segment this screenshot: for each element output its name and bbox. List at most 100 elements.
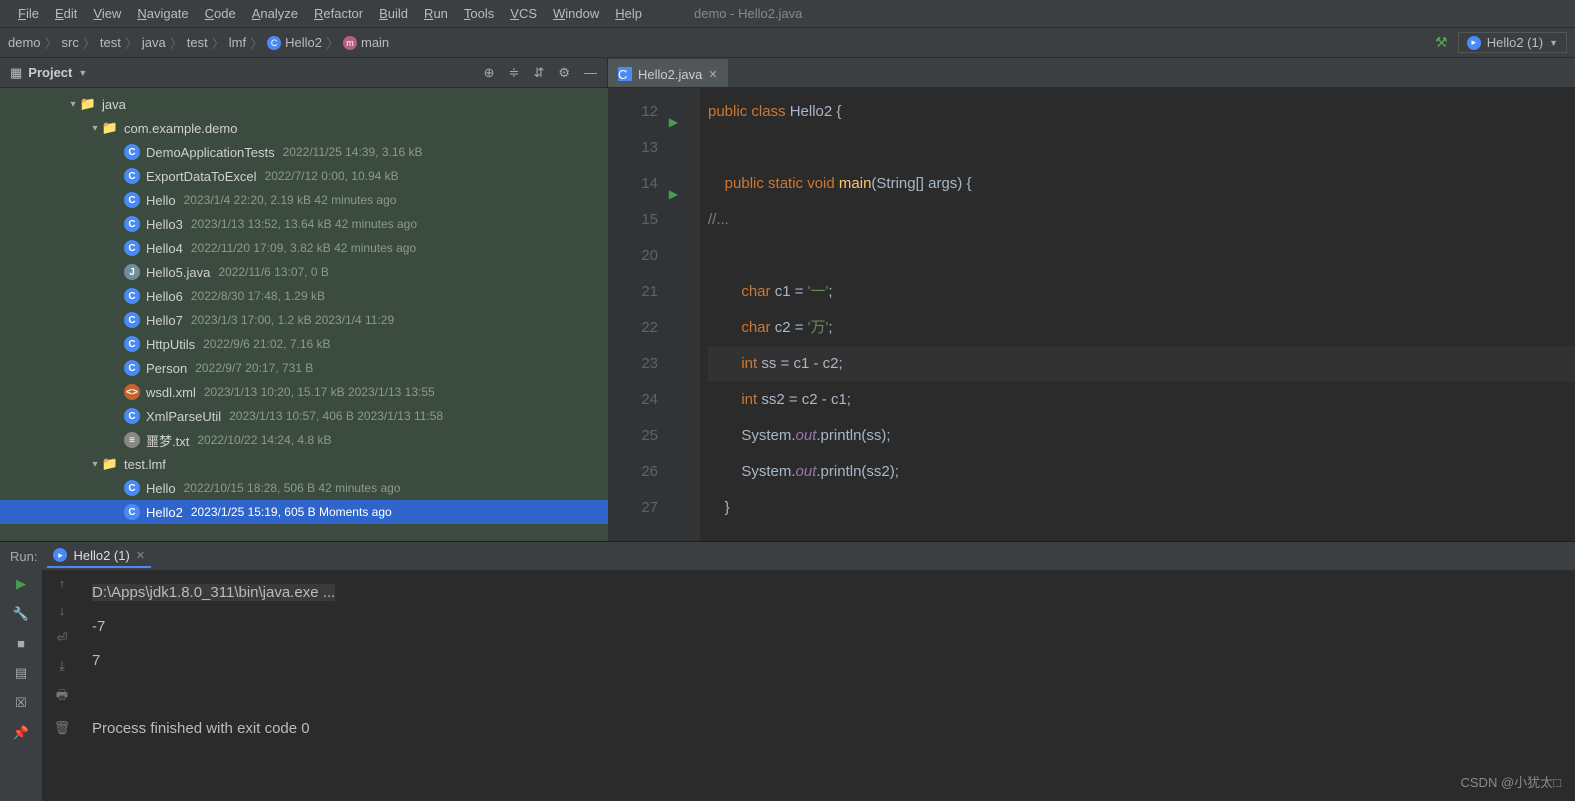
editor-tab-hello2[interactable]: C Hello2.java ✕ — [608, 59, 728, 87]
code-body[interactable]: public class Hello2 { public static void… — [700, 88, 1575, 541]
gutter-run-icon[interactable]: ▶ — [669, 104, 678, 140]
tree-node-xmlparseutil[interactable]: CXmlParseUtil2023/1/13 10:57, 406 B 2023… — [0, 404, 608, 428]
tree-node-exportdatatoexcel[interactable]: CExportDataToExcel2022/7/12 0:00, 10.94 … — [0, 164, 608, 188]
chevron-icon[interactable]: ▾ — [66, 99, 80, 110]
code-line[interactable]: public static void main(String[] args) { — [708, 166, 1575, 202]
tree-node-test-lmf[interactable]: ▾test.lmf — [0, 452, 608, 476]
editor-tabs: C Hello2.java ✕ — [608, 58, 1575, 88]
layout-icon[interactable]: ▤ — [15, 665, 27, 681]
pin-icon[interactable]: 📌 — [13, 725, 29, 741]
menu-file[interactable]: File — [10, 3, 47, 24]
run-config-selector[interactable]: ▸ Hello2 (1) ▼ — [1458, 32, 1567, 53]
menu-window[interactable]: Window — [545, 3, 607, 24]
menu-refactor[interactable]: Refactor — [306, 3, 371, 24]
run-tab[interactable]: ▸ Hello2 (1) ✕ — [47, 545, 151, 568]
run-icon: ▸ — [1467, 36, 1481, 50]
print-icon[interactable]: 🖶 — [56, 686, 68, 708]
menu-tools[interactable]: Tools — [456, 3, 502, 24]
tree-node-httputils[interactable]: CHttpUtils2022/9/6 21:02, 7.16 kB — [0, 332, 608, 356]
wrench-icon[interactable]: 🔧 — [13, 606, 29, 622]
breadcrumb-segment[interactable]: src — [62, 35, 79, 50]
chevron-icon[interactable]: ▾ — [88, 459, 102, 470]
tree-node-wsdl-xml[interactable]: <>wsdl.xml2023/1/13 10:20, 15.17 kB 2023… — [0, 380, 608, 404]
up-icon[interactable]: ↑ — [59, 576, 66, 591]
java-icon: C — [124, 336, 140, 352]
menu-help[interactable]: Help — [607, 3, 650, 24]
tree-node-com-example-demo[interactable]: ▾ com.example.demo — [0, 116, 608, 140]
tree-node-hello[interactable]: CHello2023/1/4 22:20, 2.19 kB 42 minutes… — [0, 188, 608, 212]
gutter-run-icon[interactable]: ▶ — [669, 176, 678, 212]
breadcrumb-segment[interactable]: test — [187, 35, 208, 50]
breadcrumb-segment[interactable]: test — [100, 35, 121, 50]
build-icon[interactable]: ⚒ — [1435, 34, 1448, 51]
select-opened-icon[interactable]: ⊕ — [484, 65, 495, 81]
collapse-all-icon[interactable]: ⇵ — [533, 65, 544, 81]
menu-view[interactable]: View — [85, 3, 129, 24]
breadcrumb-segment[interactable]: lmf — [229, 35, 246, 50]
menu-navigate[interactable]: Navigate — [129, 3, 196, 24]
breadcrumb-segment[interactable]: main — [361, 35, 389, 50]
tree-node-hello6[interactable]: CHello62022/8/30 17:48, 1.29 kB — [0, 284, 608, 308]
code-line[interactable]: char c2 = '万'; — [708, 310, 1575, 346]
tree-node-meta: 2023/1/13 10:57, 406 B 2023/1/13 11:58 — [229, 409, 443, 423]
breadcrumb-segment[interactable]: demo — [8, 35, 41, 50]
console-output[interactable]: D:\Apps\jdk1.8.0_311\bin\java.exe ...-77… — [82, 570, 1575, 801]
close-icon[interactable]: ✕ — [136, 549, 145, 562]
rerun-icon[interactable]: ▶ — [16, 576, 26, 592]
menu-edit[interactable]: Edit — [47, 3, 85, 24]
breadcrumb-segment[interactable]: Hello2 — [285, 35, 322, 50]
tree-node-hello[interactable]: CHello2022/10/15 18:28, 506 B 42 minutes… — [0, 476, 608, 500]
code-line[interactable]: //... — [708, 202, 1575, 238]
menu-run[interactable]: Run — [416, 3, 456, 24]
tree-node-meta: 2023/1/3 17:00, 1.2 kB 2023/1/4 11:29 — [191, 313, 394, 327]
code-line[interactable] — [708, 238, 1575, 274]
code-line[interactable]: System.out.println(ss2); — [708, 454, 1575, 490]
trash-icon[interactable]: 🗑 — [54, 720, 71, 736]
code-line[interactable]: int ss2 = c2 - c1; — [708, 382, 1575, 418]
stop-icon[interactable]: ■ — [17, 636, 25, 651]
tree-node-hello2[interactable]: CHello22023/1/25 15:19, 605 B Moments ag… — [0, 500, 608, 524]
menu-code[interactable]: Code — [197, 3, 244, 24]
tree-node--txt[interactable]: ≡噩梦.txt2022/10/22 14:24, 4.8 kB — [0, 428, 608, 452]
exit-icon[interactable]: ☒ — [15, 695, 27, 711]
code-line[interactable]: System.out.println(ss); — [708, 418, 1575, 454]
console-line: Process finished with exit code 0 — [92, 712, 1565, 746]
java-icon: C — [124, 192, 140, 208]
fold-strip[interactable] — [686, 88, 700, 541]
tree-node-java[interactable]: ▾java — [0, 92, 608, 116]
tree-node-hello7[interactable]: CHello72023/1/3 17:00, 1.2 kB 2023/1/4 1… — [0, 308, 608, 332]
menu-vcs[interactable]: VCS — [502, 3, 545, 24]
expand-all-icon[interactable]: ≑ — [509, 65, 520, 81]
down-icon[interactable]: ↓ — [59, 603, 66, 618]
menu-analyze[interactable]: Analyze — [244, 3, 306, 24]
code-line[interactable] — [708, 130, 1575, 166]
tree-node-label: com.example.demo — [124, 121, 237, 136]
code-line[interactable]: int ss = c1 - c2; — [708, 346, 1575, 382]
tree-node-meta: 2022/10/22 14:24, 4.8 kB — [197, 433, 331, 447]
breadcrumb[interactable]: demo〉src〉test〉java〉test〉lmf〉CHello2〉mmai… — [8, 33, 389, 52]
project-icon: ▦ — [10, 65, 22, 81]
chevron-icon[interactable]: ▾ — [88, 123, 102, 134]
code-editor[interactable]: 12▶1314▶152021222324252627 public class … — [608, 88, 1575, 541]
tree-node-demoapplicationtests[interactable]: CDemoApplicationTests2022/11/25 14:39, 3… — [0, 140, 608, 164]
hide-icon[interactable]: — — [584, 65, 597, 81]
chevron-down-icon[interactable]: ▼ — [78, 68, 87, 78]
gutter[interactable]: 12▶1314▶152021222324252627 — [608, 88, 686, 541]
scroll-icon[interactable]: ⤓ — [59, 658, 65, 674]
wrap-icon[interactable]: ⏎ — [57, 630, 68, 646]
code-line[interactable]: char c1 = '一'; — [708, 274, 1575, 310]
code-line[interactable]: public class Hello2 { — [708, 94, 1575, 130]
tree-node-hello5-java[interactable]: JHello5.java2022/11/6 13:07, 0 B — [0, 260, 608, 284]
breadcrumb-segment[interactable]: java — [142, 35, 166, 50]
gear-icon[interactable]: ⚙ — [558, 65, 570, 81]
close-icon[interactable]: ✕ — [708, 68, 717, 81]
menu-build[interactable]: Build — [371, 3, 416, 24]
project-tree[interactable]: ▾java▾com.example.demoCDemoApplicationTe… — [0, 88, 608, 541]
tree-node-person[interactable]: CPerson2022/9/7 20:17, 731 B — [0, 356, 608, 380]
project-sidebar: ▦ Project ▼ ⊕ ≑ ⇵ ⚙ — ▾java▾com.example.… — [0, 58, 608, 541]
project-tool-header[interactable]: ▦ Project ▼ ⊕ ≑ ⇵ ⚙ — — [0, 58, 608, 88]
tree-node-hello3[interactable]: CHello32023/1/13 13:52, 13.64 kB 42 minu… — [0, 212, 608, 236]
code-line[interactable]: } — [708, 490, 1575, 526]
tree-node-label: ExportDataToExcel — [146, 169, 257, 184]
tree-node-hello4[interactable]: CHello42022/11/20 17:09, 3.82 kB 42 minu… — [0, 236, 608, 260]
